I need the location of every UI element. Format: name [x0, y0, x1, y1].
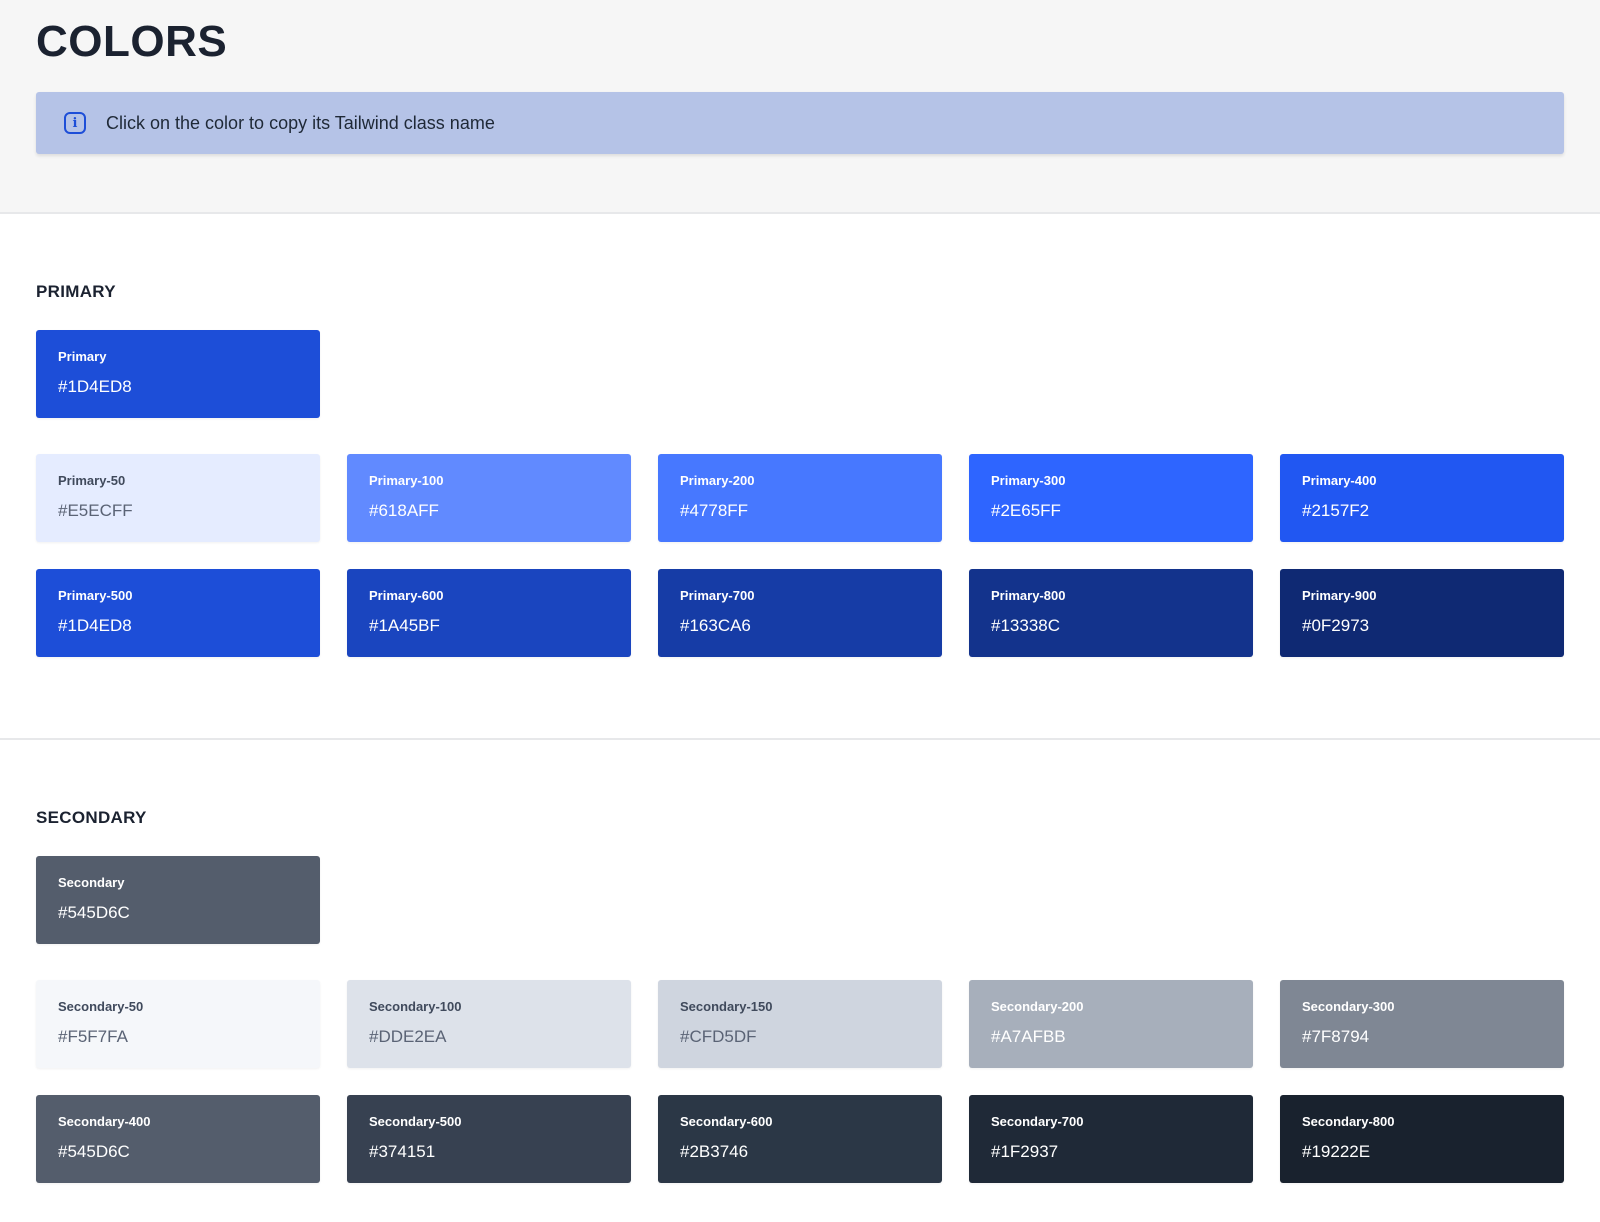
swatch-hex: #374151: [369, 1142, 436, 1161]
swatch-hex: #DDE2EA: [369, 1027, 447, 1046]
primary-base-row: Primary #1D4ED8: [36, 330, 1564, 418]
info-icon: i: [64, 112, 86, 134]
section-title-secondary: SECONDARY: [36, 808, 147, 827]
swatch-name: Primary-50: [58, 473, 126, 488]
swatch-name: Secondary: [58, 875, 125, 890]
swatch-hex: #1D4ED8: [58, 377, 132, 396]
swatch-hex: #2157F2: [1302, 501, 1370, 520]
color-swatch-primary-50[interactable]: Primary-50 #E5ECFF: [36, 454, 320, 542]
secondary-shades-grid: Secondary-50 #F5F7FA Secondary-100 #DDE2EA S…: [36, 980, 1564, 1183]
swatch-name: Primary: [58, 349, 107, 364]
primary-section: PRIMARY Primary #1D4ED8 Primary-50 #E5ECF…: [0, 214, 1600, 740]
info-text: Click on the color to copy its Tailwind …: [106, 112, 495, 133]
swatch-name: Secondary-600: [680, 1114, 773, 1129]
color-swatch-secondary-700[interactable]: Secondary-700 #1F2937: [969, 1095, 1253, 1183]
swatch-name: Primary-500: [58, 588, 133, 603]
color-swatch-primary-800[interactable]: Primary-800 #13338C: [969, 569, 1253, 657]
color-swatch-secondary-50[interactable]: Secondary-50 #F5F7FA: [36, 980, 320, 1068]
color-swatch-secondary-500[interactable]: Secondary-500 #374151: [347, 1095, 631, 1183]
color-swatch-primary[interactable]: Primary #1D4ED8: [36, 330, 320, 418]
swatch-hex: #1F2937: [991, 1142, 1059, 1161]
color-swatch-secondary-100[interactable]: Secondary-100 #DDE2EA: [347, 980, 631, 1068]
color-swatch-secondary-300[interactable]: Secondary-300 #7F8794: [1280, 980, 1564, 1068]
primary-shades-grid: Primary-50 #E5ECFF Primary-100 #618AFF Prima…: [36, 454, 1564, 657]
swatch-hex: #545D6C: [58, 903, 130, 922]
swatch-hex: #F5F7FA: [58, 1027, 128, 1046]
color-swatch-primary-700[interactable]: Primary-700 #163CA6: [658, 569, 942, 657]
secondary-base-row: Secondary #545D6C: [36, 856, 1564, 944]
swatch-name: Primary-200: [680, 473, 755, 488]
page-header: COLORS i Click on the color to copy its …: [0, 0, 1600, 214]
swatch-name: Primary-100: [369, 473, 444, 488]
swatch-hex: #A7AFBB: [991, 1027, 1066, 1046]
swatch-name: Secondary-500: [369, 1114, 462, 1129]
swatch-hex: #13338C: [991, 616, 1061, 635]
page-title: COLORS: [36, 17, 228, 66]
swatch-name: Primary-400: [1302, 473, 1377, 488]
color-swatch-secondary-400[interactable]: Secondary-400 #545D6C: [36, 1095, 320, 1183]
swatch-name: Secondary-300: [1302, 999, 1395, 1014]
swatch-hex: #7F8794: [1302, 1027, 1370, 1046]
info-banner: i Click on the color to copy its Tailwin…: [36, 92, 1564, 154]
color-swatch-secondary-600[interactable]: Secondary-600 #2B3746: [658, 1095, 942, 1183]
swatch-hex: #1D4ED8: [58, 616, 132, 635]
section-title-primary: PRIMARY: [36, 282, 116, 301]
swatch-hex: #19222E: [1302, 1142, 1371, 1161]
swatch-hex: #4778FF: [680, 501, 749, 520]
swatch-name: Secondary-800: [1302, 1114, 1395, 1129]
swatch-hex: #2E65FF: [991, 501, 1061, 520]
color-swatch-primary-300[interactable]: Primary-300 #2E65FF: [969, 454, 1253, 542]
color-swatch-primary-100[interactable]: Primary-100 #618AFF: [347, 454, 631, 542]
color-swatch-secondary-800[interactable]: Secondary-800 #19222E: [1280, 1095, 1564, 1183]
color-swatch-primary-600[interactable]: Primary-600 #1A45BF: [347, 569, 631, 657]
color-swatch-secondary-200[interactable]: Secondary-200 #A7AFBB: [969, 980, 1253, 1068]
swatch-name: Secondary-400: [58, 1114, 151, 1129]
secondary-section: SECONDARY Secondary #545D6C Secondary-50…: [0, 740, 1600, 1183]
swatch-name: Primary-800: [991, 588, 1066, 603]
swatch-name: Secondary-150: [680, 999, 773, 1014]
color-swatch-secondary[interactable]: Secondary #545D6C: [36, 856, 320, 944]
swatch-name: Secondary-50: [58, 999, 144, 1014]
swatch-hex: #0F2973: [1302, 616, 1370, 635]
color-swatch-primary-900[interactable]: Primary-900 #0F2973: [1280, 569, 1564, 657]
swatch-hex: #545D6C: [58, 1142, 130, 1161]
swatch-name: Primary-900: [1302, 588, 1377, 603]
swatch-name: Secondary-200: [991, 999, 1084, 1014]
color-swatch-primary-200[interactable]: Primary-200 #4778FF: [658, 454, 942, 542]
swatch-name: Primary-600: [369, 588, 444, 603]
swatch-hex: #163CA6: [680, 616, 751, 635]
color-swatch-secondary-150[interactable]: Secondary-150 #CFD5DF: [658, 980, 942, 1068]
swatch-name: Primary-300: [991, 473, 1066, 488]
swatch-hex: #CFD5DF: [680, 1027, 757, 1046]
swatch-hex: #2B3746: [680, 1142, 749, 1161]
swatch-name: Primary-700: [680, 588, 755, 603]
color-swatch-primary-500[interactable]: Primary-500 #1D4ED8: [36, 569, 320, 657]
swatch-name: Secondary-700: [991, 1114, 1084, 1129]
swatch-name: Secondary-100: [369, 999, 462, 1014]
color-swatch-primary-400[interactable]: Primary-400 #2157F2: [1280, 454, 1564, 542]
swatch-hex: #618AFF: [369, 501, 439, 520]
swatch-hex: #E5ECFF: [58, 501, 133, 520]
swatch-hex: #1A45BF: [369, 616, 440, 635]
